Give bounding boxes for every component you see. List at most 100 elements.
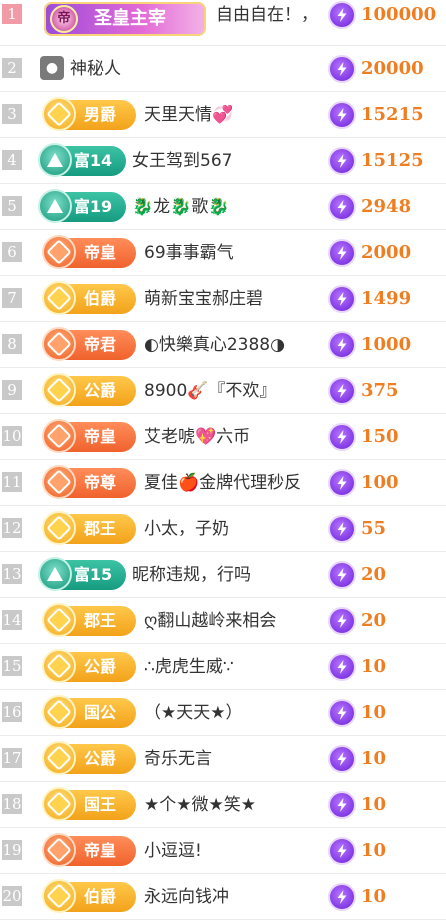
rank-number: 5 — [2, 196, 22, 216]
user-nickname[interactable]: 奇乐无言 — [144, 736, 212, 782]
contribution-score: 2948 — [361, 196, 412, 217]
user-nickname[interactable]: 🐉龙🐉歌🐉 — [132, 184, 230, 230]
user-nickname[interactable]: 天里天情💞 — [144, 92, 233, 138]
user-nickname[interactable]: 艾老唬💖六币 — [144, 414, 250, 460]
badge-label: 公爵 — [83, 657, 116, 676]
wealth-gem-icon — [38, 143, 72, 177]
contribution-score: 10 — [361, 702, 387, 723]
user-nickname[interactable]: 永远向钱冲 — [144, 874, 229, 920]
noble-crest-icon — [42, 511, 76, 545]
noble-title-badge: 帝皇 — [42, 833, 136, 867]
lightning-coin-icon — [328, 653, 356, 681]
title-badge-label: 圣皇主宰 — [94, 8, 166, 29]
user-nickname[interactable]: 8900🎸『不欢』 — [144, 368, 276, 414]
ranking-row[interactable]: 17 公爵 奇乐无言 10 — [0, 736, 446, 782]
user-nickname[interactable]: 昵称违规，行吗 — [132, 552, 251, 598]
ranking-row[interactable]: 12 郡王 小太，子奶 55 — [0, 506, 446, 552]
contribution-score: 15215 — [361, 104, 424, 125]
contribution-score: 150 — [361, 426, 399, 447]
badge-label: 富14 — [73, 151, 113, 170]
ranking-row[interactable]: 1 帝圣皇主宰 自由自在！， 100000 — [0, 0, 446, 46]
noble-title-badge: 男爵 — [42, 97, 136, 131]
ranking-row[interactable]: 9 公爵 8900🎸『不欢』 375 — [0, 368, 446, 414]
wealth-gem-icon — [38, 557, 72, 591]
ranking-row[interactable]: 11 帝尊 夏佳🍎金牌代理秒反 100 — [0, 460, 446, 506]
ranking-row[interactable]: 19 帝皇 小逗逗! 10 — [0, 828, 446, 874]
rank-number: 3 — [2, 104, 22, 124]
ranking-row[interactable]: 5 富19 🐉龙🐉歌🐉 2948 — [0, 184, 446, 230]
rank-number: 1 — [2, 4, 22, 24]
noble-crest-icon — [42, 603, 76, 637]
rank-number: 8 — [2, 334, 22, 354]
lightning-coin-icon — [328, 1, 356, 29]
ranking-row[interactable]: 20 伯爵 永远向钱冲 10 — [0, 874, 446, 920]
ranking-row[interactable]: 7 伯爵 萌新宝宝郝庄碧 1499 — [0, 276, 446, 322]
user-nickname[interactable]: 神秘人 — [70, 46, 121, 92]
lightning-coin-icon — [328, 239, 356, 267]
noble-crest-icon — [42, 741, 76, 775]
ranking-row[interactable]: 15 公爵 ∴虎虎生威∵ 10 — [0, 644, 446, 690]
rank-number: 10 — [2, 426, 22, 446]
contribution-score: 10 — [361, 794, 387, 815]
user-nickname[interactable]: 小逗逗! — [144, 828, 202, 874]
noble-title-badge: 帝君 — [42, 327, 136, 361]
ranking-row[interactable]: 16 国公 （★天天★） 10 — [0, 690, 446, 736]
badge-label: 国公 — [83, 703, 116, 722]
ranking-row[interactable]: 4 富14 女王驾到567 15125 — [0, 138, 446, 184]
ranking-row[interactable]: 18 国王 ★个★微★笑★ 10 — [0, 782, 446, 828]
rank-number: 16 — [2, 702, 22, 722]
badge-label: 帝君 — [83, 335, 116, 354]
wealth-level-badge: 富19 — [38, 189, 126, 223]
lightning-coin-icon — [328, 147, 356, 175]
lightning-coin-icon — [328, 607, 356, 635]
user-nickname[interactable]: 小太，子奶 — [144, 506, 229, 552]
noble-crest-icon — [42, 649, 76, 683]
user-nickname[interactable]: 女王驾到567 — [132, 138, 232, 184]
lightning-coin-icon — [328, 515, 356, 543]
ranking-row[interactable]: 3 男爵 天里天情💞 15215 — [0, 92, 446, 138]
badge-label: 伯爵 — [83, 289, 116, 308]
rank-number: 18 — [2, 794, 22, 814]
contribution-score: 10 — [361, 840, 387, 861]
ranking-row[interactable]: 6 帝皇 69事事霸气 2000 — [0, 230, 446, 276]
user-nickname[interactable]: ★个★微★笑★ — [144, 782, 256, 828]
ranking-row[interactable]: 13 富15 昵称违规，行吗 20 — [0, 552, 446, 598]
noble-crest-icon — [42, 419, 76, 453]
user-nickname[interactable]: ∴虎虎生威∵ — [144, 644, 234, 690]
user-nickname[interactable]: 夏佳🍎金牌代理秒反 — [144, 460, 301, 506]
noble-title-badge: 公爵 — [42, 373, 136, 407]
rank-number: 6 — [2, 242, 22, 262]
badge-label: 郡王 — [83, 519, 116, 538]
rank-number: 13 — [2, 564, 22, 584]
wealth-level-badge: 富15 — [38, 557, 126, 591]
noble-crest-icon — [42, 373, 76, 407]
contribution-score: 20000 — [361, 58, 424, 79]
rank-number: 15 — [2, 656, 22, 676]
noble-crest-icon — [42, 833, 76, 867]
ranking-row[interactable]: 8 帝君 ◐快樂真心2388◑ 1000 — [0, 322, 446, 368]
noble-crest-icon — [42, 695, 76, 729]
user-nickname[interactable]: ◐快樂真心2388◑ — [144, 322, 285, 368]
contribution-score: 100000 — [361, 4, 437, 25]
ranking-row[interactable]: 14 郡王 ღ翻山越岭来相会 20 — [0, 598, 446, 644]
user-nickname[interactable]: 萌新宝宝郝庄碧 — [144, 276, 263, 322]
badge-label: 公爵 — [83, 749, 116, 768]
rank-number: 7 — [2, 288, 22, 308]
user-nickname[interactable]: 自由自在！， — [216, 0, 318, 38]
noble-crest-icon — [42, 787, 76, 821]
ranking-row[interactable]: 2 ● 神秘人 20000 — [0, 46, 446, 92]
noble-title-badge: 帝皇 — [42, 419, 136, 453]
lightning-coin-icon — [328, 377, 356, 405]
badge-label: 帝皇 — [83, 841, 116, 860]
lightning-coin-icon — [328, 791, 356, 819]
contribution-score: 1499 — [361, 288, 412, 309]
noble-title-badge: 公爵 — [42, 649, 136, 683]
lightning-coin-icon — [328, 837, 356, 865]
user-nickname[interactable]: ღ翻山越岭来相会 — [144, 598, 276, 644]
ranking-row[interactable]: 10 帝皇 艾老唬💖六币 150 — [0, 414, 446, 460]
badge-label: 帝尊 — [83, 473, 116, 492]
ranking-list: 1 帝圣皇主宰 自由自在！， 100000 2 ● 神秘人 20000 3 男爵 天里天情💞 1521… — [0, 0, 446, 920]
rank-number: 11 — [2, 472, 22, 492]
user-nickname[interactable]: （★天天★） — [144, 690, 242, 736]
user-nickname[interactable]: 69事事霸气 — [144, 230, 234, 276]
